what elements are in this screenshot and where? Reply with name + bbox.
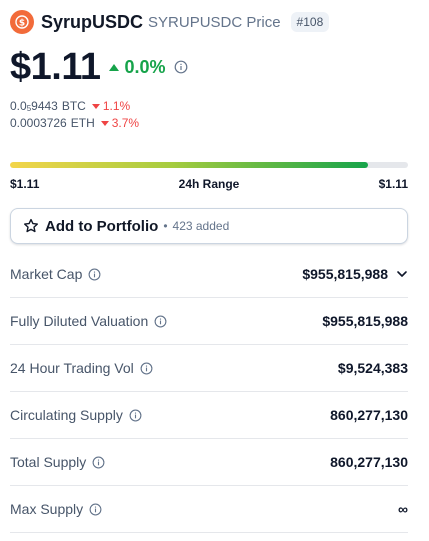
chevron-down-icon[interactable] bbox=[396, 268, 408, 280]
range-high: $1.11 bbox=[378, 177, 408, 191]
btc-conversion: 0.059443 BTC 1.1% bbox=[10, 99, 130, 113]
info-icon[interactable] bbox=[154, 315, 167, 328]
stat-value: $955,815,988 bbox=[302, 266, 388, 282]
range-labels: $1.11 24h Range $1.11 bbox=[10, 177, 408, 191]
triangle-down-icon bbox=[100, 120, 109, 126]
stat-label: Max Supply bbox=[10, 501, 84, 517]
coin-header: $ SyrupUSDC SYRUPUSDC Price #108 bbox=[10, 9, 330, 35]
stat-row-max-supply: Max Supply ∞ bbox=[10, 486, 408, 533]
add-to-portfolio-button[interactable]: Add to Portfolio • 423 added bbox=[10, 208, 408, 244]
stats-table: Market Cap $955,815,988 Fully Diluted Va… bbox=[10, 251, 408, 533]
stat-value: ∞ bbox=[398, 501, 408, 517]
eth-conversion: 0.0003726 ETH 3.7% bbox=[10, 116, 139, 130]
stat-value: 860,277,130 bbox=[330, 454, 408, 470]
triangle-up-icon bbox=[108, 63, 119, 71]
stat-label: Circulating Supply bbox=[10, 407, 123, 423]
stat-row-market-cap[interactable]: Market Cap $955,815,988 bbox=[10, 251, 408, 298]
coin-logo-icon: $ bbox=[10, 10, 34, 34]
price-change-value: 0.0% bbox=[124, 56, 166, 77]
triangle-down-icon bbox=[91, 103, 100, 109]
eth-change: 3.7% bbox=[100, 116, 139, 130]
add-to-portfolio-label: Add to Portfolio bbox=[45, 217, 159, 235]
stat-value: 860,277,130 bbox=[330, 407, 408, 423]
star-icon bbox=[23, 218, 39, 234]
info-icon[interactable] bbox=[89, 503, 102, 516]
stat-label: 24 Hour Trading Vol bbox=[10, 360, 134, 376]
eth-unit: ETH bbox=[70, 116, 95, 130]
price-range-fill bbox=[10, 162, 369, 168]
coin-price-label: SYRUPUSDC Price bbox=[148, 13, 281, 31]
info-icon[interactable] bbox=[140, 362, 153, 375]
stat-row-24h-trading-vol: 24 Hour Trading Vol $9,524,383 bbox=[10, 345, 408, 392]
info-icon[interactable] bbox=[88, 268, 101, 281]
stat-value: $955,815,988 bbox=[322, 313, 408, 329]
current-price: $1.11 bbox=[10, 45, 101, 88]
price-change: 0.0% bbox=[108, 56, 166, 78]
coin-name: SyrupUSDC bbox=[41, 11, 144, 32]
price-row: $1.11 0.0% bbox=[10, 44, 188, 90]
portfolio-added-count: 423 added bbox=[172, 219, 230, 233]
info-icon[interactable] bbox=[92, 456, 105, 469]
btc-unit: BTC bbox=[61, 99, 86, 113]
info-icon[interactable] bbox=[174, 60, 188, 74]
eth-value: 0.0003726 bbox=[10, 116, 67, 130]
svg-text:$: $ bbox=[19, 18, 25, 28]
range-low: $1.11 bbox=[10, 177, 40, 191]
stat-row-circulating-supply: Circulating Supply 860,277,130 bbox=[10, 392, 408, 439]
stat-label: Fully Diluted Valuation bbox=[10, 313, 149, 329]
stat-row-total-supply: Total Supply 860,277,130 bbox=[10, 439, 408, 486]
info-icon[interactable] bbox=[129, 409, 142, 422]
separator-dot: • bbox=[163, 219, 168, 233]
stat-value: $9,524,383 bbox=[337, 360, 408, 376]
rank-badge: #108 bbox=[290, 12, 330, 32]
stat-row-fully-diluted-valuation: Fully Diluted Valuation $955,815,988 bbox=[10, 298, 408, 345]
btc-change: 1.1% bbox=[91, 99, 130, 113]
stat-label: Market Cap bbox=[10, 266, 83, 282]
stat-label: Total Supply bbox=[10, 454, 87, 470]
btc-value: 0.059443 bbox=[10, 99, 58, 113]
range-label: 24h Range bbox=[178, 177, 240, 191]
price-range-bar bbox=[10, 162, 408, 168]
